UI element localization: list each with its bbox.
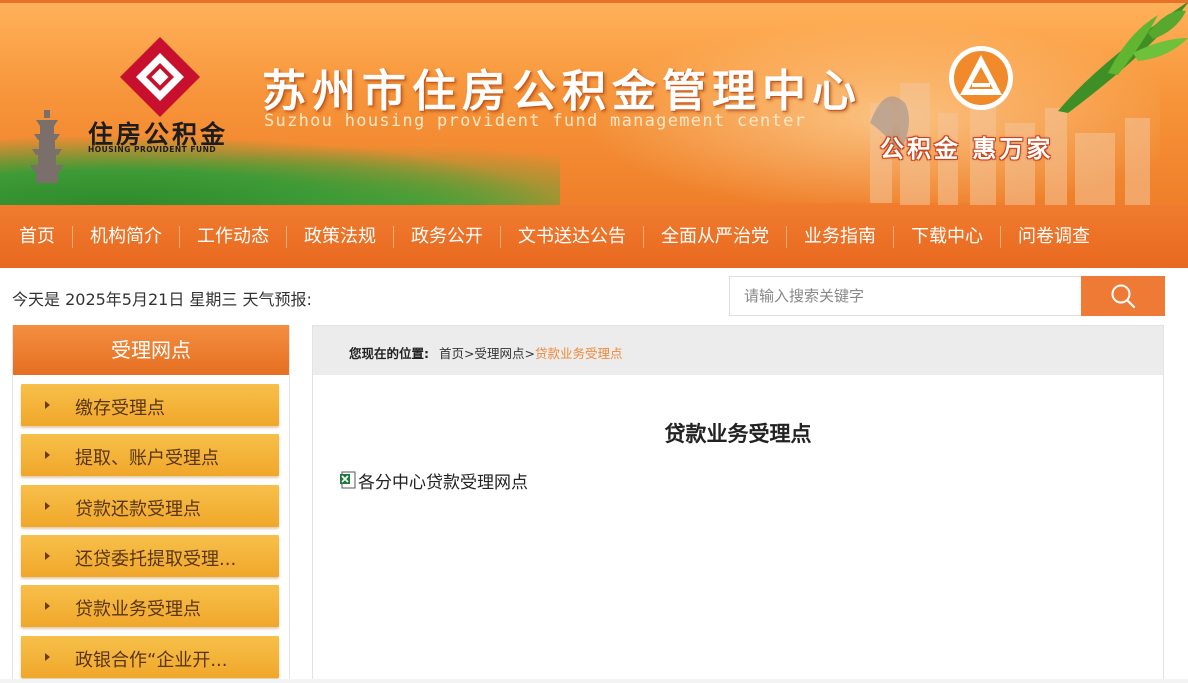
caret-right-icon — [45, 552, 50, 560]
sidebar-item-label: 还贷委托提取受理... — [75, 549, 237, 570]
caret-right-icon — [45, 451, 50, 459]
nav-guide[interactable]: 业务指南 — [787, 225, 894, 248]
search-button[interactable] — [1081, 276, 1165, 316]
content-panel: 您现在的位置: 首页>受理网点>贷款业务受理点 贷款业务受理点 各分中心贷款受理网… — [312, 325, 1164, 683]
nav-open-affairs[interactable]: 政务公开 — [394, 225, 501, 248]
nav-notices[interactable]: 文书送达公告 — [501, 225, 644, 248]
caret-right-icon — [45, 502, 50, 510]
excel-file-icon — [340, 471, 356, 489]
leaf-decoration-image — [1058, 3, 1188, 113]
caret-right-icon — [45, 653, 50, 661]
breadcrumb-prefix: 您现在的位置: — [349, 346, 429, 361]
breadcrumb: 您现在的位置: 首页>受理网点>贷款业务受理点 — [313, 326, 1163, 375]
header-banner: 住房公积金 HOUSING PROVIDENT FUND 苏州市住房公积金管理中… — [0, 0, 1188, 205]
sidebar-item-label: 贷款业务受理点 — [75, 599, 201, 620]
attachment-link[interactable]: 各分中心贷款受理网点 — [339, 468, 528, 493]
nav-home[interactable]: 首页 — [0, 225, 73, 248]
sidebar-item-label: 贷款还款受理点 — [75, 499, 201, 520]
sidebar-item-label: 政银合作“企业开... — [75, 650, 228, 671]
sidebar-item-label: 缴存受理点 — [75, 398, 165, 419]
page-bottom-divider — [0, 679, 1188, 683]
main-nav: 首页 机构简介 工作动态 政策法规 政务公开 文书送达公告 全面从严治党 业务指… — [0, 205, 1188, 268]
search-icon — [1111, 284, 1136, 309]
pagoda-image — [30, 110, 64, 183]
slogan-text: 公积金 惠万家 — [880, 134, 1054, 163]
logo-english-text: HOUSING PROVIDENT FUND — [88, 145, 217, 154]
search-input[interactable] — [729, 276, 1081, 316]
sidebar-item-loan-repayment[interactable]: 贷款还款受理点 — [21, 485, 279, 527]
sidebar-item-bank-cooperation[interactable]: 政银合作“企业开... — [21, 636, 279, 678]
site-subtitle: Suzhou housing provident fund management… — [264, 111, 807, 131]
nav-policy[interactable]: 政策法规 — [287, 225, 394, 248]
brand-emblem-icon — [949, 46, 1013, 110]
caret-right-icon — [45, 602, 50, 610]
sidebar-item-entrusted-withdrawal[interactable]: 还贷委托提取受理... — [21, 535, 279, 577]
nav-downloads[interactable]: 下载中心 — [894, 225, 1001, 248]
nav-news[interactable]: 工作动态 — [180, 225, 287, 248]
sidebar-title: 受理网点 — [13, 325, 289, 375]
nav-survey[interactable]: 问卷调查 — [1001, 226, 1107, 248]
breadcrumb-path[interactable]: 首页>受理网点> — [439, 346, 535, 361]
date-weather-text: 今天是 2025年5月21日 星期三 天气预报: — [12, 290, 312, 309]
caret-right-icon — [45, 401, 50, 409]
banner-trees — [0, 135, 560, 205]
nav-about[interactable]: 机构简介 — [73, 225, 180, 248]
page-title: 贷款业务受理点 — [664, 422, 812, 446]
nav-party[interactable]: 全面从严治党 — [644, 225, 787, 248]
attachment-label: 各分中心贷款受理网点 — [358, 473, 528, 493]
housing-fund-logo-icon — [120, 37, 200, 117]
info-row: 今天是 2025年5月21日 星期三 天气预报: — [0, 268, 1188, 323]
sidebar: 受理网点 缴存受理点 提取、账户受理点 贷款还款受理点 还贷委托提取受理... … — [12, 325, 290, 683]
sidebar-item-deposit[interactable]: 缴存受理点 — [21, 384, 279, 426]
sidebar-item-loan-business[interactable]: 贷款业务受理点 — [21, 585, 279, 627]
breadcrumb-current: 贷款业务受理点 — [534, 346, 623, 361]
site-title: 苏州市住房公积金管理中心 — [262, 66, 862, 117]
sidebar-item-label: 提取、账户受理点 — [75, 448, 219, 469]
sidebar-item-withdrawal[interactable]: 提取、账户受理点 — [21, 434, 279, 476]
